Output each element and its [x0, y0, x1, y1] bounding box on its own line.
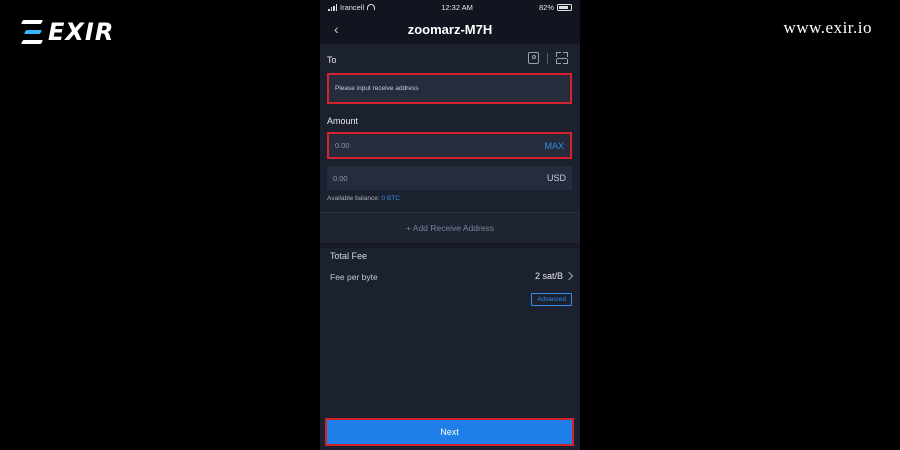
exir-logo-icon: [21, 20, 43, 44]
balance-value: 0 BTC: [381, 195, 400, 202]
balance-label: Available balance:: [327, 195, 380, 202]
exir-logo: EXIR: [21, 18, 115, 46]
battery-percent: 82%: [538, 2, 554, 12]
amount-label: Amount: [327, 116, 359, 126]
battery-icon: [557, 3, 572, 11]
fee-per-byte-label: Fee per byte: [330, 272, 378, 282]
to-label: To: [327, 55, 337, 65]
wifi-icon: [367, 4, 376, 10]
add-receive-address-label: + Add Receive Address: [405, 223, 495, 233]
next-button[interactable]: Next: [325, 418, 574, 446]
amount-usd-input[interactable]: 0.00 USD: [327, 166, 572, 190]
amount-usd-value: 0.00: [333, 173, 348, 183]
next-button-label: Next: [440, 427, 459, 437]
address-book-icon[interactable]: [528, 52, 539, 64]
amount-btc-value: 0.00: [335, 141, 350, 150]
nav-header: ‹ zoomarz-M7H: [320, 14, 580, 44]
scan-qr-icon[interactable]: [556, 52, 568, 64]
site-url: www.exir.io: [783, 18, 872, 37]
signal-icon: [328, 3, 337, 11]
total-fee-title: Total Fee: [330, 251, 368, 261]
advanced-button[interactable]: Advanced: [531, 293, 572, 306]
fee-per-byte-selector[interactable]: 2 sat/B: [534, 271, 574, 281]
chevron-right-icon: [564, 271, 574, 281]
amount-btc-input[interactable]: 0.00 MAX: [327, 132, 572, 159]
exir-logo-text: EXIR: [48, 18, 115, 46]
receive-address-placeholder: Please input receive address: [335, 85, 419, 92]
add-receive-address-button[interactable]: + Add Receive Address: [320, 212, 580, 244]
icon-divider: [547, 52, 548, 64]
carrier-name: Irancell: [340, 2, 365, 12]
receive-address-input[interactable]: Please input receive address: [327, 73, 572, 104]
status-bar: Irancell 12:32 AM 82%: [320, 0, 580, 14]
back-chevron-icon[interactable]: ‹: [334, 21, 339, 37]
max-button[interactable]: MAX: [544, 141, 564, 151]
page-title: zoomarz-M7H: [407, 21, 493, 37]
available-balance: Available balance: 0 BTC: [327, 195, 400, 202]
section-divider: [320, 243, 580, 248]
status-time: 12:32 AM: [441, 2, 473, 12]
fee-per-byte-value: 2 sat/B: [534, 271, 563, 281]
phone-screen: Irancell 12:32 AM 82% ‹ zoomarz-M7H To P…: [320, 0, 580, 450]
usd-unit: USD: [546, 173, 566, 183]
to-actions: [528, 52, 568, 64]
